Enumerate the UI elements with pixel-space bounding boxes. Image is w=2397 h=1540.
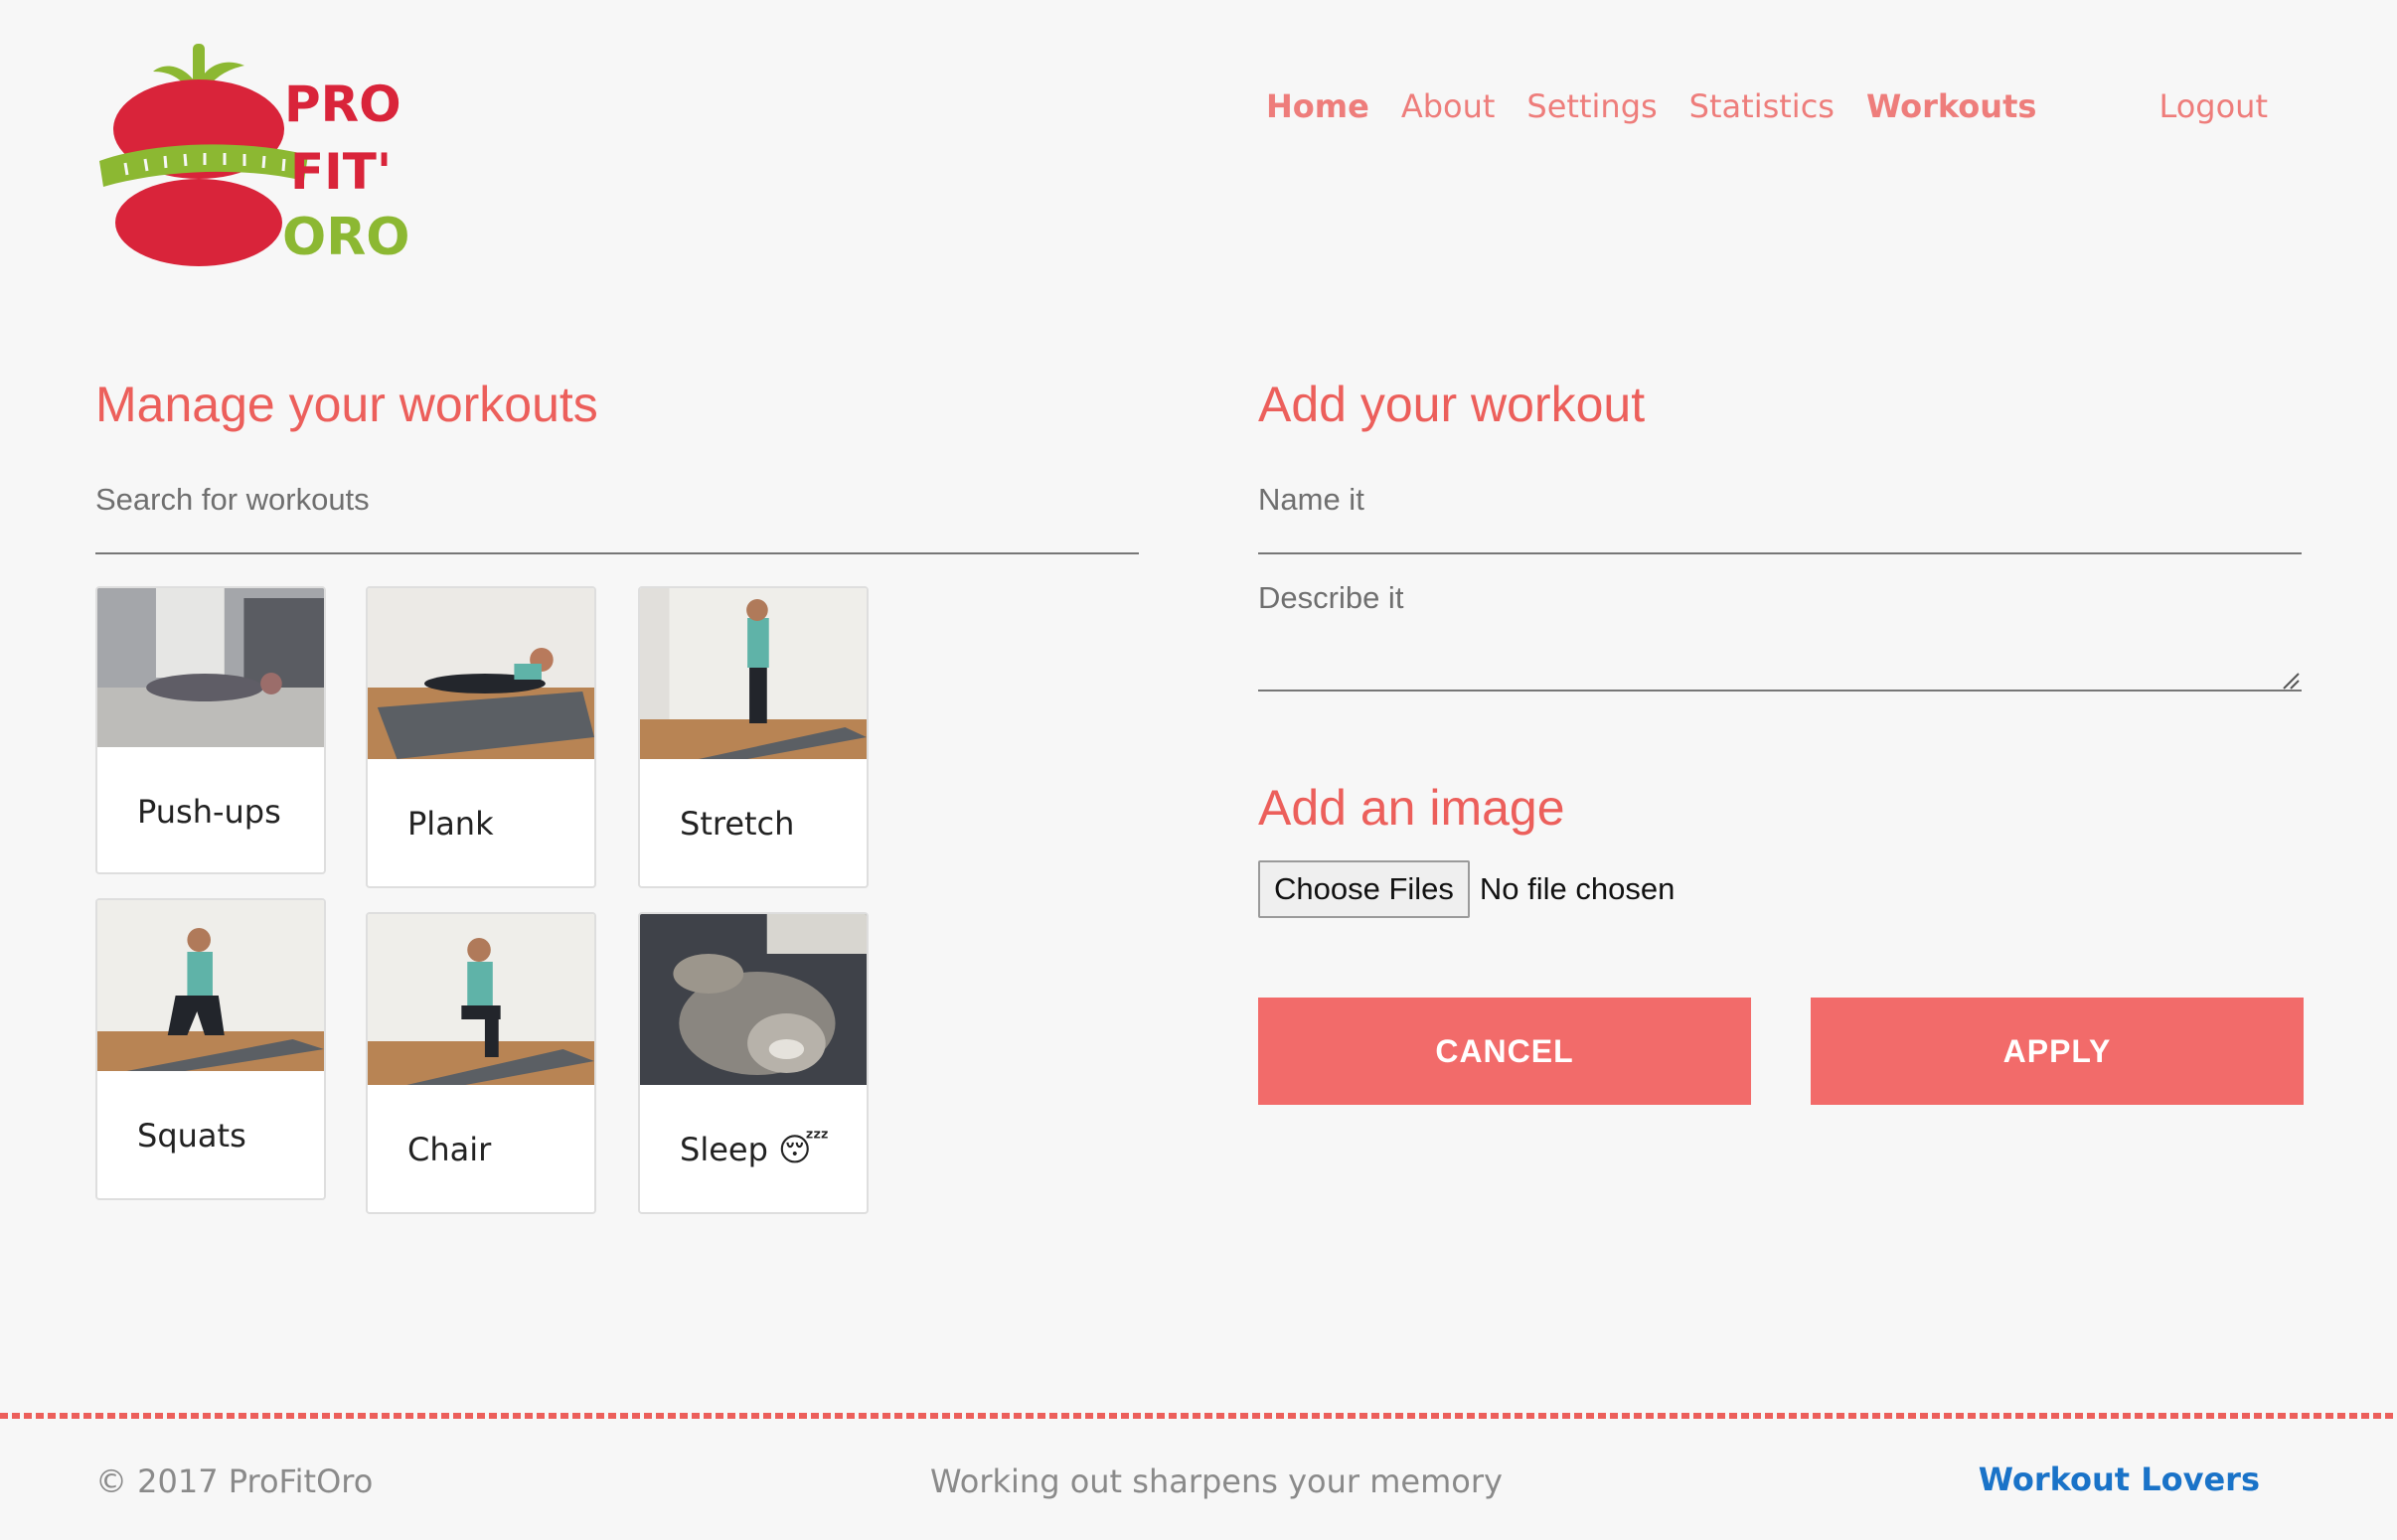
nav-item-about[interactable]: About xyxy=(1401,87,1496,125)
chair-photo xyxy=(368,914,594,1085)
resize-handle-icon[interactable] xyxy=(2282,672,2300,690)
workout-label: Sleep 😴 xyxy=(680,1131,830,1168)
footer-copyright: © 2017 ProFitOro xyxy=(95,1463,374,1500)
svg-text:FIT': FIT' xyxy=(290,143,392,201)
workout-label: Plank xyxy=(407,805,494,843)
file-upload: Choose Files No file chosen xyxy=(1258,860,1675,918)
workout-card-push-ups[interactable]: Push-ups xyxy=(95,586,326,874)
workout-card-chair[interactable]: Chair xyxy=(366,912,596,1214)
nav-item-statistics[interactable]: Statistics xyxy=(1689,87,1835,125)
squats-photo xyxy=(97,900,324,1071)
file-status-text: No file chosen xyxy=(1479,871,1676,906)
workout-label: Chair xyxy=(407,1131,492,1168)
workout-name-input[interactable] xyxy=(1258,469,2302,554)
plank-photo xyxy=(368,588,594,759)
cancel-button[interactable]: CANCEL xyxy=(1258,998,1751,1105)
search-workouts-input[interactable] xyxy=(95,469,1139,554)
main-nav: Home About Settings Statistics Workouts xyxy=(1266,87,2068,125)
apply-button[interactable]: APPLY xyxy=(1811,998,2304,1105)
workout-lovers-link[interactable]: Workout Lovers xyxy=(1979,1461,2260,1498)
nav-item-settings[interactable]: Settings xyxy=(1526,87,1657,125)
manage-workouts-heading: Manage your workouts xyxy=(95,377,598,432)
stretch-photo xyxy=(640,588,867,759)
add-image-heading: Add an image xyxy=(1258,780,1565,836)
nav-item-workouts[interactable]: Workouts xyxy=(1866,87,2036,125)
tomato-logo-icon: PRO FIT' ORO xyxy=(99,44,409,267)
workout-card-stretch[interactable]: Stretch xyxy=(638,586,869,888)
workout-card-sleep[interactable]: Sleep 😴 xyxy=(638,912,869,1214)
logout-link[interactable]: Logout xyxy=(2158,87,2268,125)
workout-card-plank[interactable]: Plank xyxy=(366,586,596,888)
workout-description-textarea[interactable] xyxy=(1258,576,2302,692)
sleeping-cat-photo xyxy=(640,914,867,1085)
workout-label: Squats xyxy=(137,1117,246,1155)
workout-card-squats[interactable]: Squats xyxy=(95,898,326,1200)
svg-text:ORO: ORO xyxy=(282,208,409,267)
workout-label: Push-ups xyxy=(137,793,281,831)
workout-label: Stretch xyxy=(680,805,795,843)
profitoro-logo[interactable]: PRO FIT' ORO xyxy=(95,44,423,272)
nav-item-home[interactable]: Home xyxy=(1266,87,1369,125)
choose-files-button[interactable]: Choose Files xyxy=(1258,860,1470,918)
add-workout-heading: Add your workout xyxy=(1258,377,1646,432)
push-ups-photo xyxy=(97,588,324,747)
footer-tagline: Working out sharpens your memory xyxy=(930,1463,1503,1500)
svg-text:PRO: PRO xyxy=(284,76,401,133)
footer-divider xyxy=(0,1413,2397,1419)
